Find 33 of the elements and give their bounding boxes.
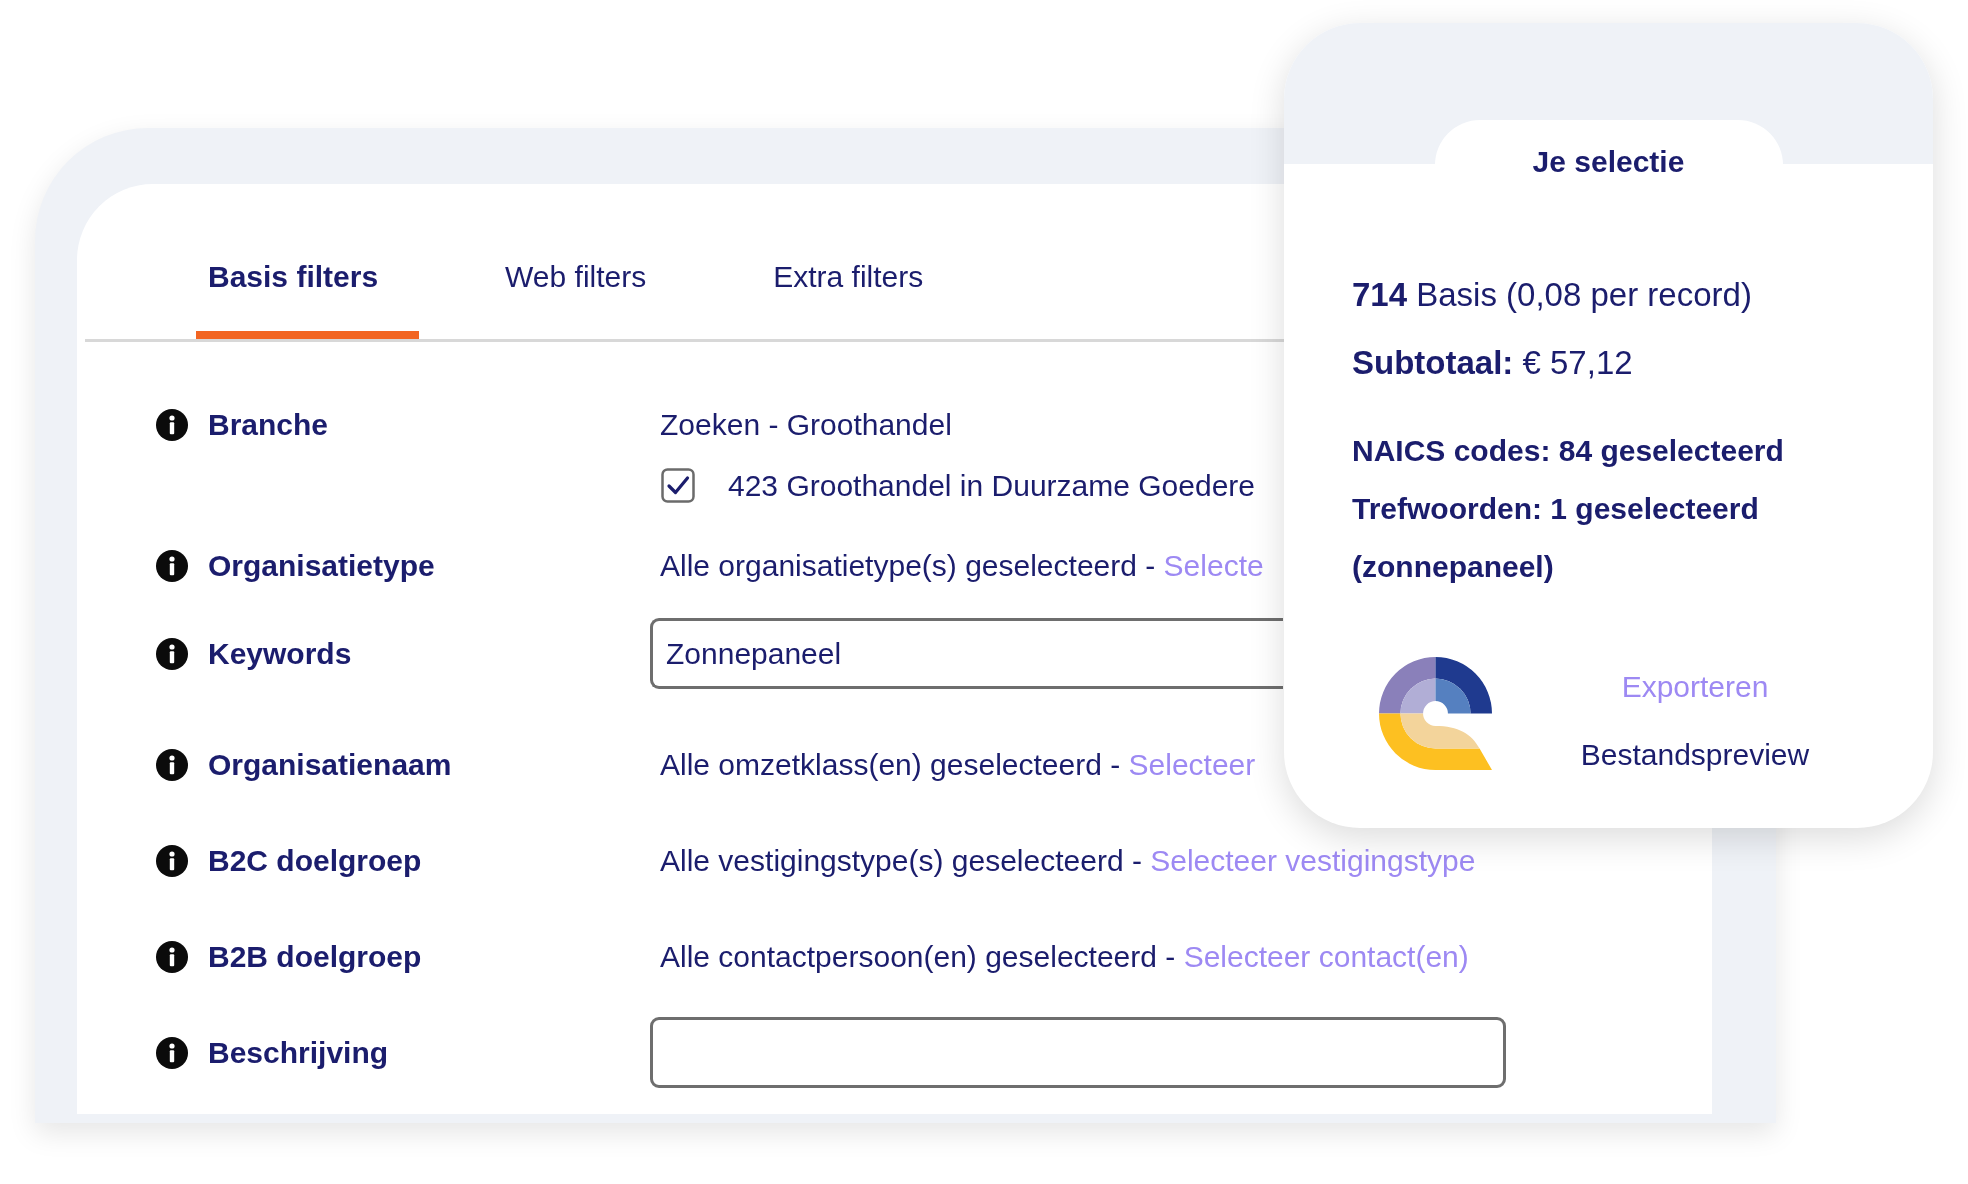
filter-summary: Alle omzetklass(en) geselecteerd - Selecteer [660,747,1256,783]
input-field[interactable]: Zonnepaneel [650,618,1283,689]
filter-summary: Alle organisatietype(s) geselecteerd - Selecte [660,548,1264,584]
summary-line: Trefwoorden: 1 geselecteerd [1352,491,1760,527]
option-label: 423 Groothandel in Duurzame Goedere [728,468,1255,503]
info-icon[interactable] [156,845,188,877]
filter-summary: Alle contactpersoon(en) geselecteerd - Selecteer contact(en) [660,939,1469,975]
filter-label: B2B doelgroep [208,939,423,975]
info-icon[interactable] [156,638,188,670]
filter-label: Organisatietype [208,548,436,584]
info-icon[interactable] [156,749,188,781]
checkbox[interactable] [661,468,695,503]
summary-line: (zonnepaneel) [1352,549,1555,585]
info-icon[interactable] [156,550,188,582]
price-line: 714 Basis (0,08 per record) [1352,275,1753,315]
filter-value: Zoeken - Groothandel [660,407,952,443]
filter-label: Beschrijving [208,1035,390,1071]
filter-summary: Alle vestigingstype(s) geselecteerd - Selecteer vestigingstype [660,843,1476,879]
filter-label: Organisatienaam [208,747,453,783]
subtotal: Subtotaal: € 57,12 [1352,343,1634,383]
info-icon[interactable] [156,1037,188,1069]
filter-label: B2C doelgroep [208,843,423,879]
summary-line: NAICS codes: 84 geselecteerd [1352,433,1785,469]
preview-button[interactable]: Bestandspreview [1580,735,1810,775]
input-field[interactable] [650,1017,1506,1088]
filter-tab[interactable]: Basis filters [196,214,420,339]
info-icon[interactable] [156,941,188,973]
card-title: Je selectie [1532,145,1685,178]
filter-label: Branche [208,407,330,443]
info-icon[interactable] [156,409,188,441]
filter-tab[interactable]: Extra filters [761,214,965,339]
filter-label: Keywords [208,636,353,672]
filter-tab[interactable]: Web filters [493,214,688,339]
